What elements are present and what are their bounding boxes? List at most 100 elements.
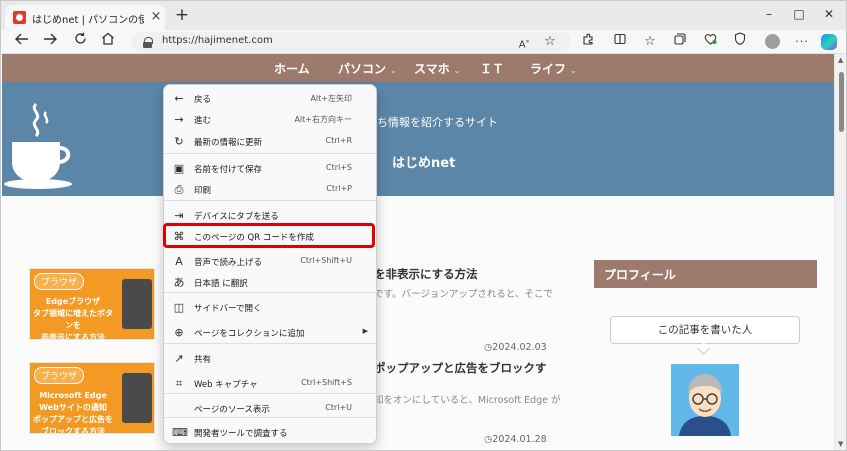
chevron-down-icon: ⌄	[390, 66, 397, 75]
address-bar[interactable]: https://hajimenet.com	[131, 32, 571, 52]
menu-item-label: ページをコレクションに追加	[194, 329, 305, 339]
minimize-button[interactable]: –	[757, 3, 781, 25]
menu-item[interactable]: ◫ サイドバーで開く	[164, 297, 376, 319]
author-avatar	[671, 364, 739, 436]
tab-close-icon[interactable]: ×	[149, 9, 163, 25]
nav-item-it[interactable]: ＩＴ	[480, 60, 508, 77]
read-aloud-icon: A	[175, 255, 183, 268]
scroll-up-icon[interactable]: ▲	[838, 56, 843, 64]
site-title[interactable]: はじめnet	[392, 152, 455, 171]
collection-icon: ⊕	[174, 326, 184, 339]
page-scrollbar[interactable]: ▲ ▼	[834, 54, 846, 450]
menu-item-label: 音声で読み上げる	[194, 258, 263, 268]
article-thumbnail[interactable]: ブラウザ Edgeブラウザ タブ領域に増えたボタンを 非表示にする方法	[29, 268, 155, 340]
back-icon: ←	[174, 92, 184, 105]
favicon-icon	[13, 11, 26, 24]
article-title[interactable]: を非表示にする方法	[374, 266, 478, 282]
menu-item[interactable]: A 音声で読み上げる Ctrl+Shift+U	[164, 251, 376, 273]
menu-item[interactable]: ⌗ Web キャプチャ Ctrl+Shift+S	[164, 373, 376, 395]
menu-separator	[164, 292, 376, 293]
menu-item-label: サイドバーで開く	[194, 304, 262, 314]
menu-separator	[164, 200, 376, 201]
copilot-icon[interactable]	[821, 34, 837, 50]
share-icon: ↗	[174, 352, 184, 365]
scroll-thumb[interactable]	[839, 72, 844, 132]
sidebar-icon: ◫	[173, 301, 185, 314]
article-thumbnail[interactable]: ブラウザ Microsoft Edge Webサイトの通知 ポップアップと広告を…	[29, 362, 155, 434]
browser-essentials-icon[interactable]	[701, 30, 719, 54]
menu-separator	[164, 393, 376, 394]
menu-item[interactable]: ⊕ ページをコレクションに追加 ▶	[164, 322, 376, 344]
back-icon[interactable]	[13, 30, 31, 54]
thumbnail-caption: Edgeブラウザ タブ領域に増えたボタンを 非表示にする方法	[33, 297, 113, 340]
menu-item[interactable]: ⌨ 開発者ツールで調査する	[164, 422, 376, 444]
article-title[interactable]: ポップアップと広告をブロックす	[374, 360, 547, 376]
menu-separator	[164, 343, 376, 344]
toolbar: https://hajimenet.com A» ☆ ☆ ···	[1, 30, 846, 54]
nav-item-pc[interactable]: パソコン ⌄	[338, 60, 397, 77]
forward-icon[interactable]	[41, 30, 59, 54]
menu-separator	[164, 153, 376, 154]
url-text[interactable]: https://hajimenet.com	[162, 35, 273, 46]
refresh-icon[interactable]	[71, 30, 89, 54]
maximize-button[interactable]: □	[787, 3, 811, 25]
send-tab-icon: ⇥	[174, 209, 184, 222]
laptop-image	[122, 373, 152, 423]
blank-icon	[172, 402, 186, 416]
browser-tab[interactable]: はじめnet | パソコンの使い方やお役立 ×	[5, 5, 165, 30]
refresh-icon: ↻	[174, 135, 184, 148]
chevron-down-icon: ⌄	[453, 66, 461, 75]
menu-item[interactable]: ⎙ 印刷 Ctrl+P	[164, 179, 376, 201]
menu-item-shortcut: Ctrl+Shift+S	[301, 378, 352, 387]
menu-item-shortcut: Alt+右方向キー	[294, 115, 352, 124]
menu-item-label: 最新の情報に更新	[194, 138, 263, 148]
menu-item[interactable]: → 進む Alt+右方向キー	[164, 109, 376, 131]
menu-item[interactable]: ↗ 共有	[164, 348, 376, 370]
favorite-star-icon[interactable]: ☆	[541, 30, 559, 54]
scroll-down-icon[interactable]: ▼	[838, 440, 843, 448]
nav-item-life[interactable]: ライフ ⌄	[530, 60, 577, 77]
print-icon: ⎙	[174, 183, 184, 196]
article-date: ◷2024.01.28	[484, 434, 547, 445]
category-badge: ブラウザ	[34, 367, 85, 384]
more-menu-icon[interactable]: ···	[793, 30, 811, 54]
menu-item-shortcut: Alt+左矢印	[310, 94, 352, 103]
menu-item[interactable]: ↻ 最新の情報に更新 Ctrl+R	[164, 131, 376, 153]
laptop-image	[122, 279, 152, 329]
lock-icon[interactable]	[143, 37, 153, 48]
web-capture-icon: ⌗	[175, 377, 183, 390]
menu-item[interactable]: ← 戻る Alt+左矢印	[164, 88, 376, 110]
browser-window: はじめnet | パソコンの使い方やお役立 × + – □ ✕ https://…	[0, 0, 847, 451]
category-badge: ブラウザ	[34, 273, 85, 290]
menu-item[interactable]: あ日本語 に翻訳	[164, 272, 376, 294]
article-date: ◷2024.02.03	[484, 342, 547, 353]
context-menu: ← 戻る Alt+左矢印 → 進む Alt+右方向キー ↻ 最新の情報に更新 Ctrl+R ▣ 名前…	[163, 84, 377, 444]
new-tab-button[interactable]: +	[173, 6, 191, 24]
menu-item-label: デバイスにタブを送る	[194, 212, 279, 222]
save-icon: ▣	[173, 162, 185, 175]
site-header: 方やお役立ち情報を紹介するサイト はじめnet	[2, 82, 834, 196]
menu-item-shortcut: Ctrl+S	[325, 163, 352, 172]
menu-item-shortcut: Ctrl+P	[326, 184, 352, 193]
favorites-icon[interactable]: ☆	[641, 30, 659, 54]
read-aloud-icon[interactable]: A»	[515, 30, 533, 54]
thumbnail-caption: Microsoft Edge Webサイトの通知 ポップアップと広告をブロックす…	[33, 391, 113, 434]
home-icon[interactable]	[99, 30, 117, 54]
menu-item-label: ページのソース表示	[194, 405, 270, 415]
menu-item-shortcut: Ctrl+U	[325, 403, 352, 412]
nav-item-home[interactable]: ホーム	[274, 60, 314, 77]
qr-code-highlight-box	[163, 223, 375, 248]
menu-item-label: 戻る	[194, 95, 212, 105]
extensions-icon[interactable]	[579, 30, 597, 54]
profile-heading: プロフィール	[594, 260, 817, 288]
shield-icon[interactable]	[731, 30, 749, 54]
menu-item-label: 名前を付けて保存	[194, 165, 263, 175]
menu-item-label: 日本語 に翻訳	[194, 279, 248, 289]
menu-item[interactable]: ▣ 名前を付けて保存 Ctrl+S	[164, 158, 376, 180]
nav-item-smartphone[interactable]: スマホ ⌄	[414, 60, 460, 77]
profile-avatar-icon[interactable]	[765, 34, 780, 49]
menu-separator	[164, 417, 376, 418]
split-screen-icon[interactable]	[611, 30, 629, 54]
close-window-button[interactable]: ✕	[817, 3, 841, 25]
collections-icon[interactable]	[671, 30, 689, 54]
